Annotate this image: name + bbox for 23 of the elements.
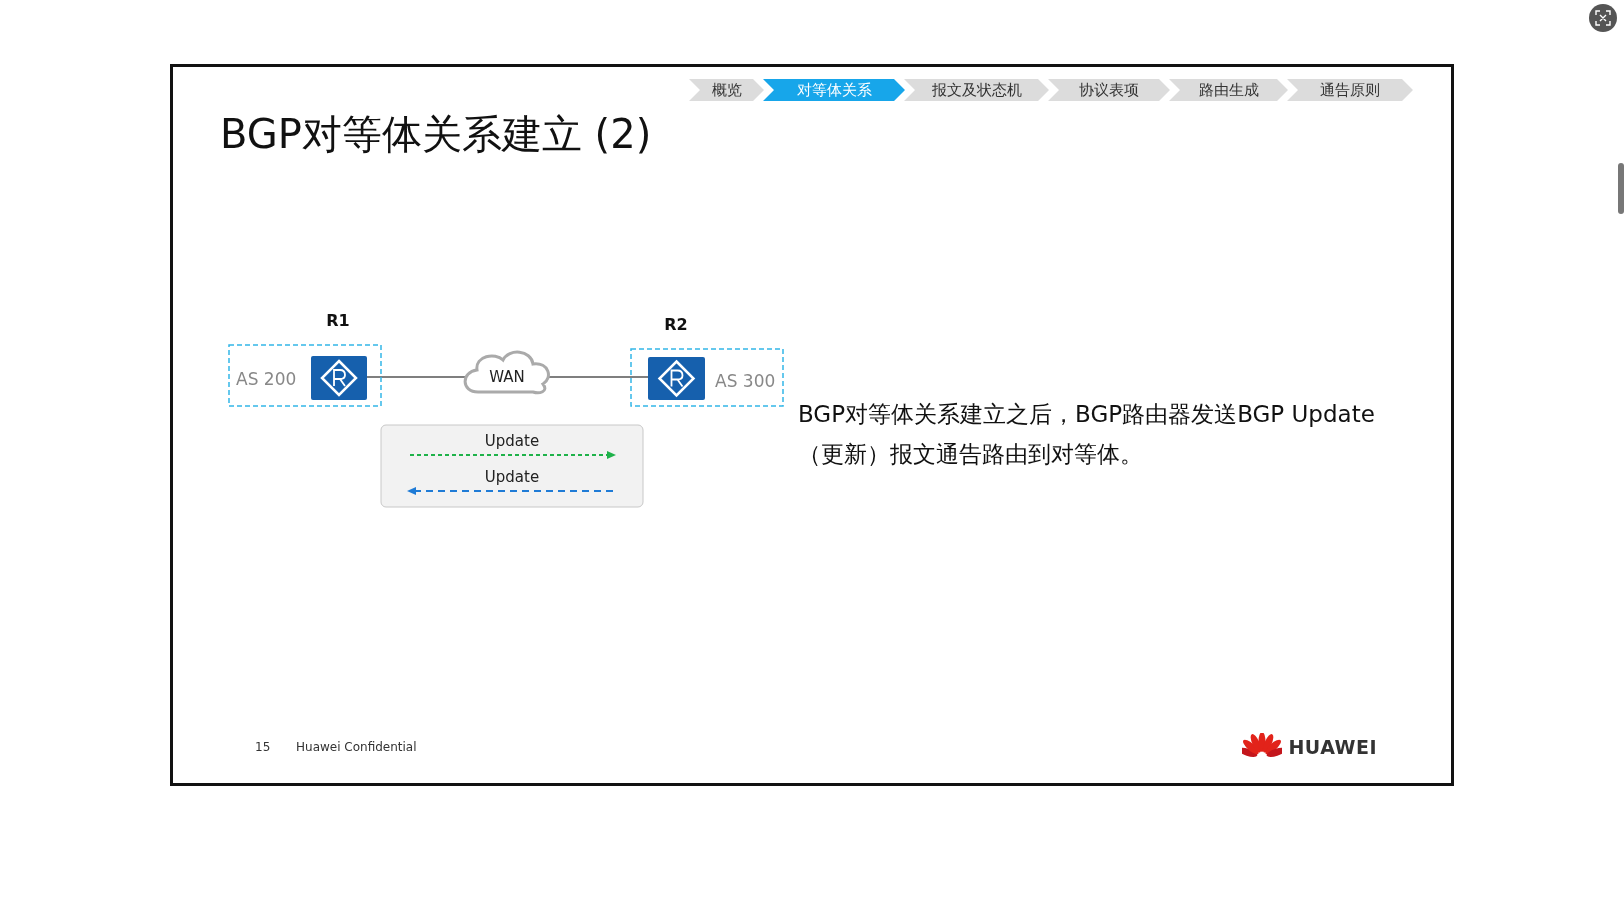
as-label: AS 300 <box>715 371 776 391</box>
router-label: R1 <box>326 312 350 330</box>
nav-tab[interactable]: 通告原则 <box>1287 79 1413 101</box>
nav-tab[interactable]: 概览 <box>689 79 764 101</box>
slide-title: BGP对等体关系建立 (2) <box>220 110 652 159</box>
message-label: Update <box>484 432 540 450</box>
body-paragraph: BGP对等体关系建立之后，BGP路由器发送BGP Update（更新）报文通告路由到对等体。 <box>798 400 1376 469</box>
router-icon <box>648 357 705 400</box>
page-number: 15 <box>255 740 272 754</box>
scrollbar-thumb[interactable] <box>1618 163 1624 214</box>
message-label: Update <box>484 468 540 486</box>
cloud-icon <box>463 350 550 395</box>
logo-text: HUAWEI <box>1288 736 1377 758</box>
router-label: R2 <box>664 315 688 334</box>
nav-tab[interactable]: 协议表项 <box>1048 79 1170 101</box>
as-label: AS 200 <box>236 369 297 389</box>
cloud-label: WAN <box>489 368 525 386</box>
fullscreen-button[interactable] <box>1589 4 1617 32</box>
confidential-label: Huawei Confidential <box>296 740 417 754</box>
nav-tab[interactable]: 报文及状态机 <box>904 79 1049 101</box>
nav-tab[interactable]: 路由生成 <box>1169 79 1288 101</box>
router-icon <box>311 356 367 400</box>
fullscreen-icon <box>1595 10 1611 26</box>
